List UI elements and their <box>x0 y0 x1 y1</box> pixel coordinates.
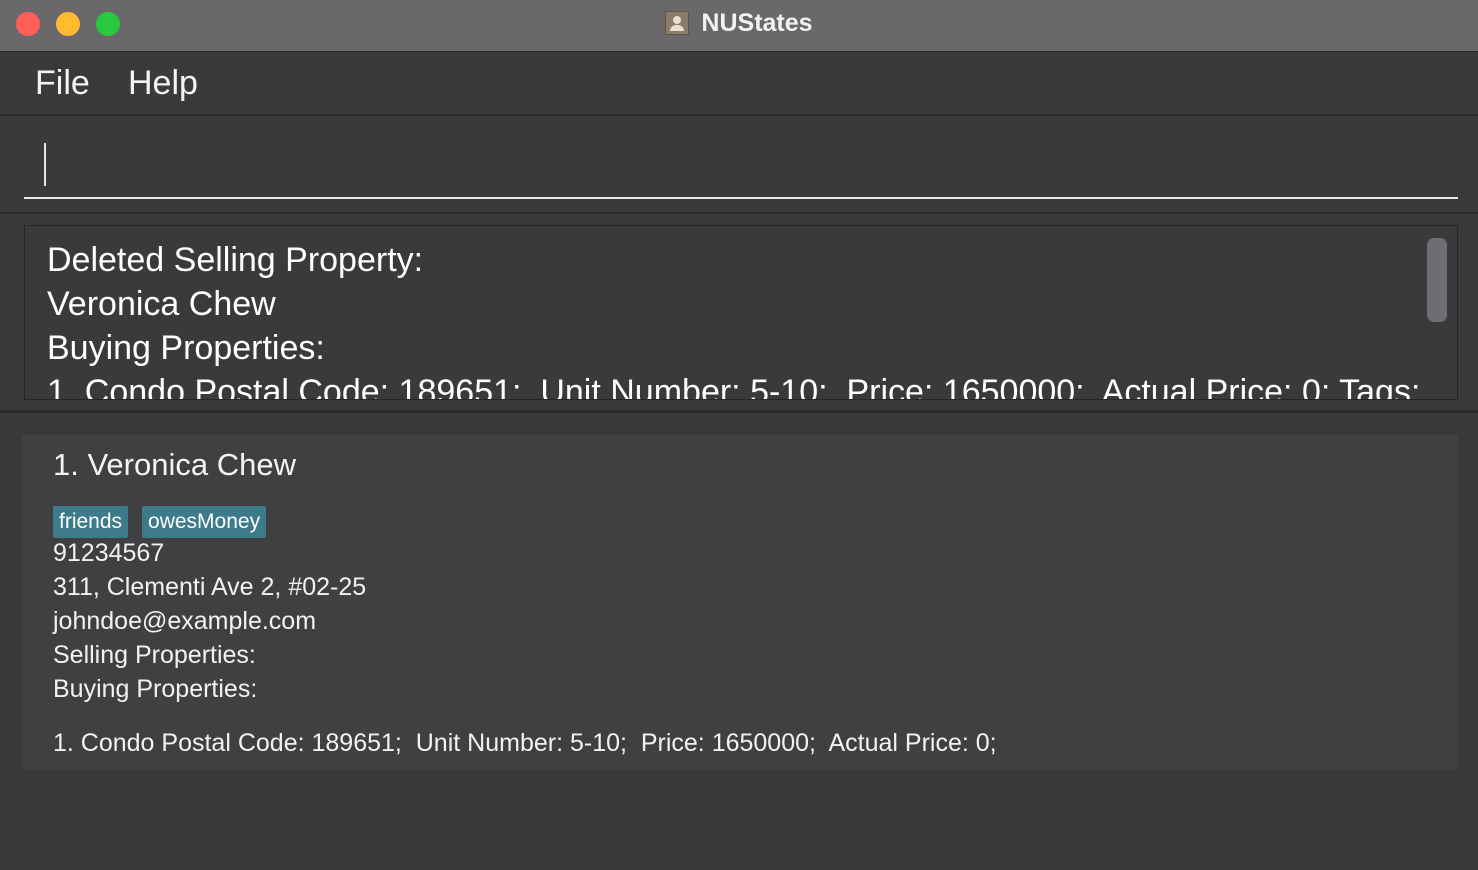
person-email: johndoe@example.com <box>53 607 317 635</box>
menu-file[interactable]: File <box>35 64 90 103</box>
person-card[interactable]: 1. Veronica Chew friends owesMoney 91234… <box>22 435 1458 770</box>
result-display[interactable]: Deleted Selling Property: Veronica Chew Bu… <box>24 225 1458 400</box>
person-list-panel: 1. Veronica Chew friends owesMoney 91234… <box>0 413 1478 870</box>
command-area <box>0 117 1478 212</box>
buying-property-item: 1. Condo Postal Code: 189651; Unit Numbe… <box>53 729 997 757</box>
window-title-group: NUStates <box>0 0 1478 46</box>
person-name: 1. Veronica Chew <box>53 447 296 482</box>
selling-properties-label: Selling Properties: <box>53 641 256 669</box>
command-input[interactable] <box>24 131 1458 199</box>
person-phone: 91234567 <box>53 539 165 567</box>
text-caret <box>44 143 46 186</box>
person-icon <box>665 11 690 35</box>
result-line: Deleted Selling Property: <box>47 241 424 279</box>
result-scrollbar-thumb[interactable] <box>1427 238 1447 322</box>
tag-badge: owesMoney <box>142 506 267 538</box>
tag-list: friends owesMoney <box>53 506 267 538</box>
menu-help[interactable]: Help <box>128 64 198 103</box>
divider <box>0 212 1478 214</box>
buying-properties-label: Buying Properties: <box>53 675 258 703</box>
tag-badge: friends <box>53 506 129 538</box>
result-line: Veronica Chew <box>47 285 276 323</box>
menu-bar: File Help <box>0 52 1478 116</box>
result-line: 1. Condo Postal Code: 189651; Unit Numbe… <box>47 373 1421 400</box>
window-title: NUStates <box>701 8 813 37</box>
result-line: Buying Properties: <box>47 329 325 367</box>
result-text: Deleted Selling Property: Veronica Chew Bu… <box>47 238 1421 400</box>
person-address: 311, Clementi Ave 2, #02-25 <box>53 573 367 601</box>
title-bar: NUStates <box>0 0 1478 52</box>
